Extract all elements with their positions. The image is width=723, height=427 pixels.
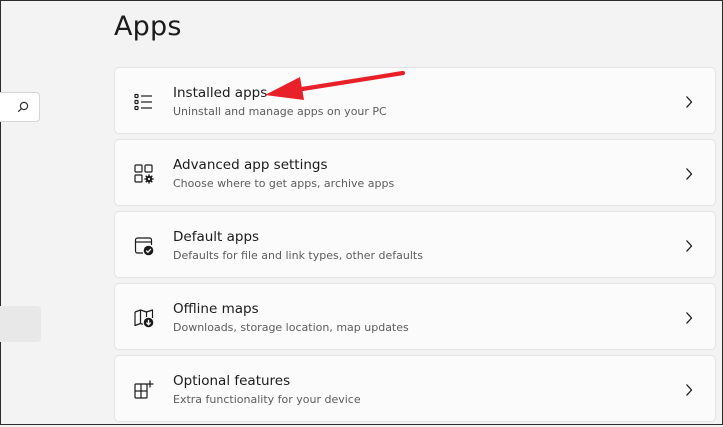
optional-features-icon <box>134 380 154 399</box>
advanced-app-settings-title: Advanced app settings <box>173 157 328 173</box>
list-icon <box>134 93 152 111</box>
optional-features-description: Extra functionality for your device <box>173 393 361 406</box>
chevron-right-icon <box>686 96 693 108</box>
settings-list: Installed apps Uninstall and manage apps… <box>114 67 716 427</box>
installed-apps-description: Uninstall and manage apps on your PC <box>173 105 387 118</box>
chevron-right-icon <box>686 312 693 324</box>
advanced-app-settings-card[interactable]: Advanced app settings Choose where to ge… <box>114 139 716 206</box>
installed-apps-title: Installed apps <box>173 85 268 101</box>
sidebar-item-selected[interactable] <box>0 306 41 342</box>
advanced-app-settings-description: Choose where to get apps, archive apps <box>173 177 395 190</box>
chevron-right-icon <box>686 168 693 180</box>
chevron-right-icon <box>686 384 693 396</box>
search-input[interactable] <box>0 92 40 122</box>
app-settings-icon <box>134 164 154 184</box>
default-apps-card[interactable]: Default apps Defaults for file and link … <box>114 211 716 278</box>
default-apps-icon <box>134 237 154 256</box>
map-icon <box>134 309 154 328</box>
search-icon <box>17 101 29 113</box>
optional-features-title: Optional features <box>173 373 291 389</box>
sidebar <box>0 1 49 426</box>
offline-maps-title: Offline maps <box>173 301 259 317</box>
installed-apps-card[interactable]: Installed apps Uninstall and manage apps… <box>114 67 716 134</box>
offline-maps-card[interactable]: Offline maps Downloads, storage location… <box>114 283 716 350</box>
default-apps-description: Defaults for file and link types, other … <box>173 249 423 262</box>
offline-maps-description: Downloads, storage location, map updates <box>173 321 409 334</box>
optional-features-card[interactable]: Optional features Extra functionality fo… <box>114 355 716 422</box>
page-title: Apps <box>114 11 182 42</box>
chevron-right-icon <box>686 240 693 252</box>
default-apps-title: Default apps <box>173 229 260 245</box>
